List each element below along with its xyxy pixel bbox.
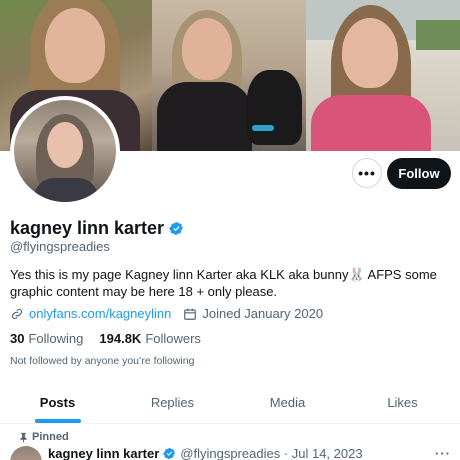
- tab-posts-label: Posts: [39, 395, 76, 410]
- followers-link[interactable]: 194.8K Followers: [99, 331, 201, 346]
- following-link[interactable]: 30 Following: [10, 331, 83, 346]
- profile-tabs: Posts Replies Media Likes: [0, 382, 460, 424]
- profile-name: kagney linn karter: [10, 218, 165, 238]
- tweet-header: kagney linn karter @flyingspreadies · Ju…: [48, 446, 363, 460]
- profile-avatar-frame[interactable]: [10, 96, 120, 206]
- pinned-label: Pinned: [32, 431, 69, 443]
- tab-likes-label: Likes: [387, 395, 418, 410]
- followers-count: 194.8K: [99, 331, 142, 346]
- tab-media-label: Media: [269, 395, 306, 410]
- not-followed-note: Not followed by anyone you’re following: [10, 355, 195, 367]
- follow-button[interactable]: Follow: [387, 158, 451, 189]
- follow-stats: 30 Following 194.8K Followers: [10, 331, 201, 346]
- followers-label: Followers: [145, 331, 201, 346]
- pinned-indicator: Pinned: [20, 431, 69, 443]
- more-options-button[interactable]: •••: [352, 158, 382, 188]
- tab-posts[interactable]: Posts: [0, 382, 115, 423]
- link-icon: [11, 308, 23, 319]
- banner-photo-3: [306, 0, 460, 151]
- profile-bio: Yes this is my page Kagney linn Karter a…: [10, 267, 437, 299]
- profile-avatar[interactable]: [14, 100, 116, 202]
- tab-replies[interactable]: Replies: [115, 382, 230, 423]
- tab-likes[interactable]: Likes: [345, 382, 460, 423]
- profile-handle: @flyingspreadies: [10, 239, 110, 254]
- banner-photo-2: [152, 0, 306, 151]
- tab-media[interactable]: Media: [230, 382, 345, 423]
- following-label: Following: [28, 331, 84, 346]
- pin-icon: [20, 432, 27, 443]
- tweet-author-name[interactable]: kagney linn karter: [48, 446, 159, 460]
- more-icon: •••: [358, 165, 376, 181]
- joined-date: Joined January 2020: [202, 306, 324, 321]
- profile-name-row: kagney linn karter: [10, 218, 184, 239]
- profile-meta: onlyfans.com/kagneylinn Joined January 2…: [10, 306, 323, 321]
- following-count: 30: [10, 331, 25, 346]
- tweet-more-icon[interactable]: ···: [435, 446, 451, 460]
- tweet-avatar[interactable]: [10, 446, 42, 460]
- tab-replies-label: Replies: [150, 395, 195, 410]
- profile-link[interactable]: onlyfans.com/kagneylinn: [29, 306, 171, 321]
- calendar-icon: [184, 308, 197, 320]
- verified-badge-icon[interactable]: [163, 447, 176, 460]
- tweet-meta[interactable]: @flyingspreadies · Jul 14, 2023: [180, 446, 362, 460]
- active-tab-indicator: [34, 419, 81, 423]
- verified-badge-icon[interactable]: [169, 221, 184, 236]
